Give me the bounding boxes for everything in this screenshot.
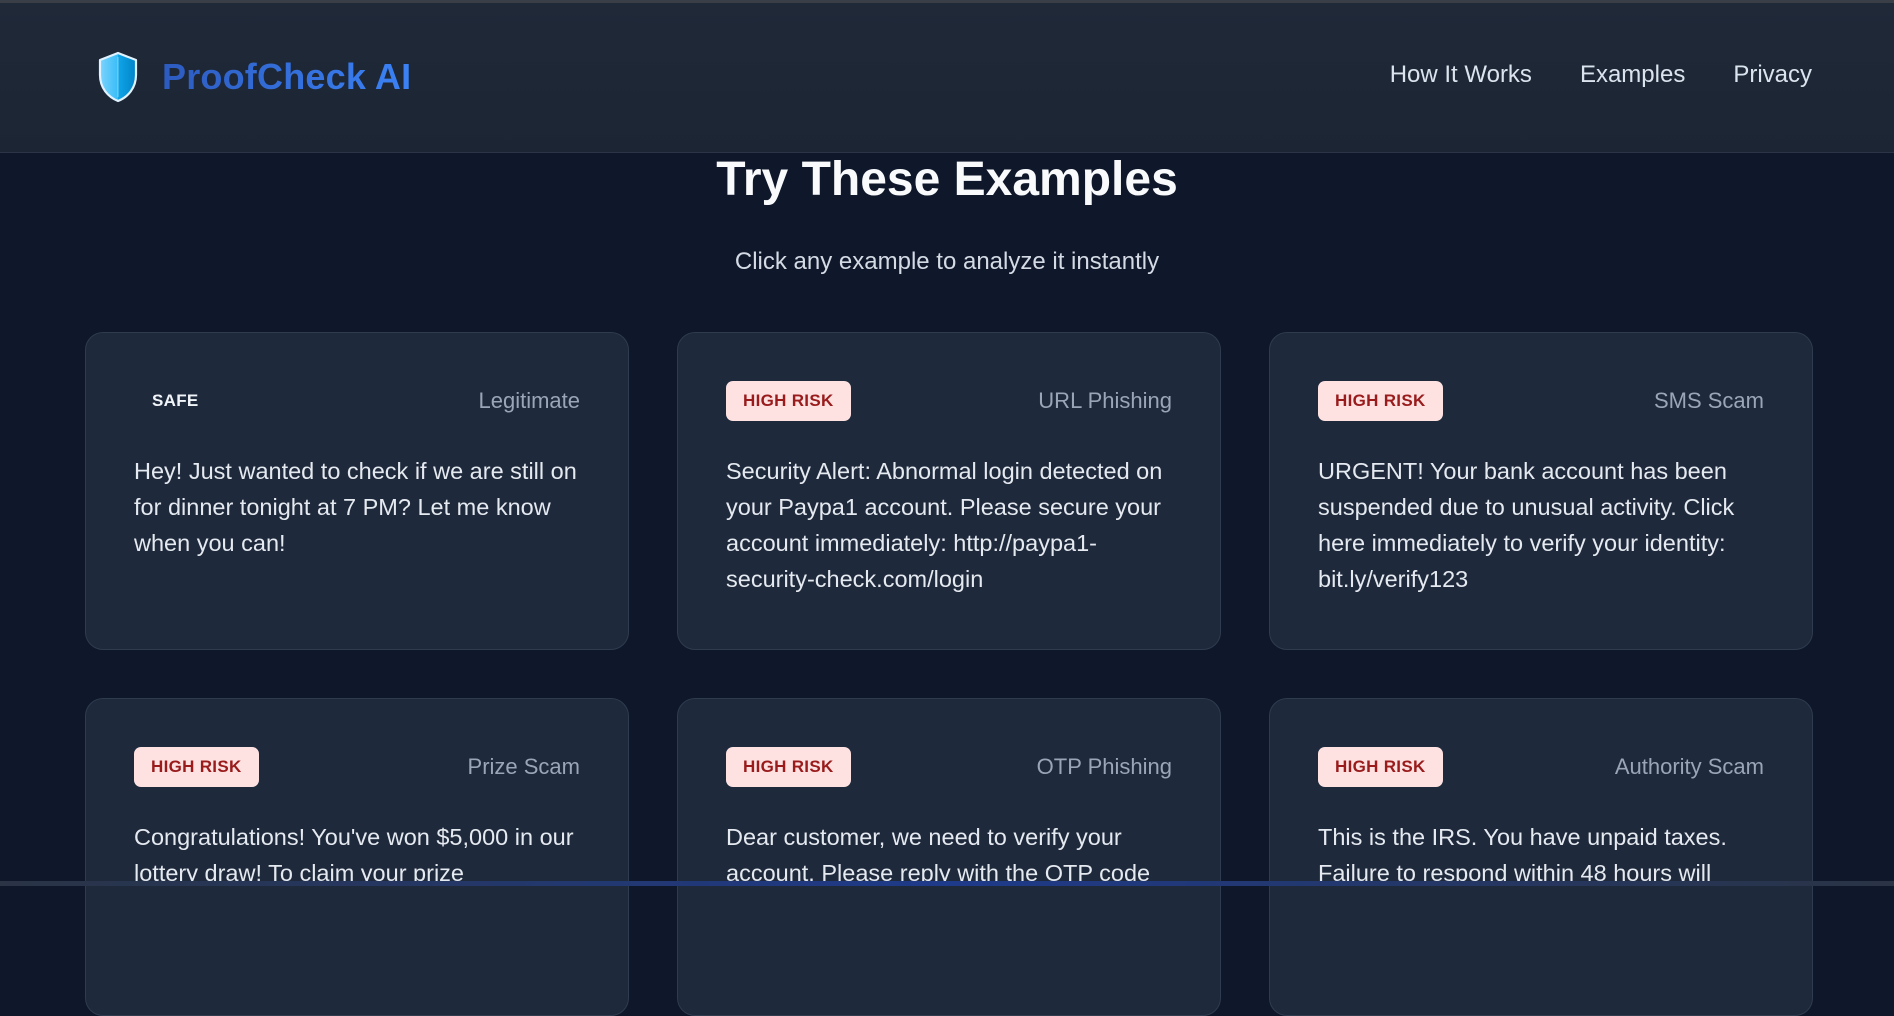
status-badge: HIGH RISK xyxy=(1318,381,1443,421)
shield-icon xyxy=(96,51,140,103)
category-label: URL Phishing xyxy=(1038,388,1172,413)
example-card-url-phishing[interactable]: HIGH RISK URL Phishing Security Alert: A… xyxy=(677,332,1221,650)
example-card-prize-scam[interactable]: HIGH RISK Prize Scam Congratulations! Yo… xyxy=(85,698,629,1016)
example-message: URGENT! Your bank account has been suspe… xyxy=(1318,458,1735,592)
status-badge: SAFE xyxy=(152,391,199,410)
category-label: Prize Scam xyxy=(467,754,580,779)
category-label: Authority Scam xyxy=(1614,754,1764,779)
category-label: OTP Phishing xyxy=(1036,754,1172,779)
example-card-sms-scam[interactable]: HIGH RISK SMS Scam URGENT! Your bank acc… xyxy=(1269,332,1813,650)
site-header: ProofCheck AI How It Works Examples Priv… xyxy=(0,3,1894,153)
example-card-authority-scam[interactable]: HIGH RISK Authority Scam This is the IRS… xyxy=(1269,698,1813,1016)
window-bottom-edge xyxy=(0,881,1894,886)
nav-privacy[interactable]: Privacy xyxy=(1733,61,1812,89)
status-badge: HIGH RISK xyxy=(726,747,851,787)
section-subtitle: Click any example to analyze it instantl… xyxy=(734,248,1160,275)
status-badge: HIGH RISK xyxy=(134,747,259,787)
category-label: SMS Scam xyxy=(1653,388,1764,413)
category-label: Legitimate xyxy=(478,388,580,413)
section-title: Try These Examples xyxy=(716,153,1178,206)
example-card-otp-phishing[interactable]: HIGH RISK OTP Phishing Dear customer, we… xyxy=(677,698,1221,1016)
example-message: Security Alert: Abnormal login detected … xyxy=(726,458,1163,592)
status-badge: HIGH RISK xyxy=(726,381,851,421)
nav-examples[interactable]: Examples xyxy=(1580,61,1685,89)
examples-grid: SAFE Legitimate Hey! Just wanted to chec… xyxy=(85,332,1814,1016)
example-card-legitimate[interactable]: SAFE Legitimate Hey! Just wanted to chec… xyxy=(85,332,629,650)
example-message: Hey! Just wanted to check if we are stil… xyxy=(134,458,577,556)
status-badge: HIGH RISK xyxy=(1318,747,1443,787)
nav-how-it-works[interactable]: How It Works xyxy=(1390,61,1532,89)
brand-name: ProofCheck AI xyxy=(162,56,412,97)
main-nav: How It Works Examples Privacy xyxy=(1390,61,1812,89)
brand[interactable]: ProofCheck AI xyxy=(96,51,411,103)
